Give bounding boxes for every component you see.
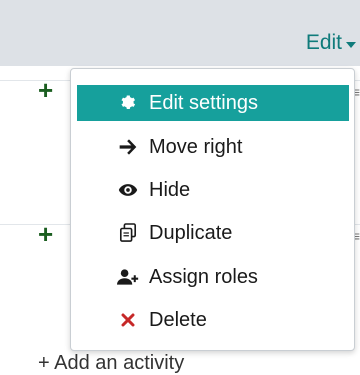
add-activity-icon[interactable]: +: [38, 221, 53, 247]
menu-item-delete[interactable]: Delete: [77, 302, 349, 338]
edit-menu-toggle[interactable]: Edit: [306, 31, 356, 55]
menu-item-label: Move right: [149, 135, 243, 158]
menu-item-label: Edit settings: [149, 91, 258, 114]
user-plus-icon: [117, 266, 139, 288]
menu-item-duplicate[interactable]: Duplicate: [77, 215, 349, 251]
eye-icon: [117, 179, 139, 201]
menu-item-label: Duplicate: [149, 221, 233, 244]
caret-down-icon: [346, 42, 356, 48]
edit-menu-label: Edit: [305, 31, 342, 54]
menu-item-edit-settings[interactable]: Edit settings: [77, 85, 349, 121]
menu-item-label: Delete: [149, 308, 207, 331]
arrow-right-icon: [117, 136, 139, 158]
duplicate-icon: [117, 222, 139, 244]
x-icon: [117, 309, 139, 331]
menu-item-move-right[interactable]: Move right: [77, 129, 349, 165]
menu-item-assign-roles[interactable]: Assign roles: [77, 259, 349, 295]
edit-dropdown-menu: Edit settings Move right Hide Duplicate: [70, 68, 355, 351]
menu-item-label: Hide: [149, 178, 191, 201]
add-activity-icon[interactable]: +: [38, 77, 53, 103]
menu-item-hide[interactable]: Hide: [77, 172, 349, 208]
gear-icon: [117, 92, 139, 114]
header-bar: Edit: [0, 0, 360, 66]
add-activity-link[interactable]: + Add an activity: [38, 352, 184, 375]
menu-item-label: Assign roles: [149, 265, 258, 288]
